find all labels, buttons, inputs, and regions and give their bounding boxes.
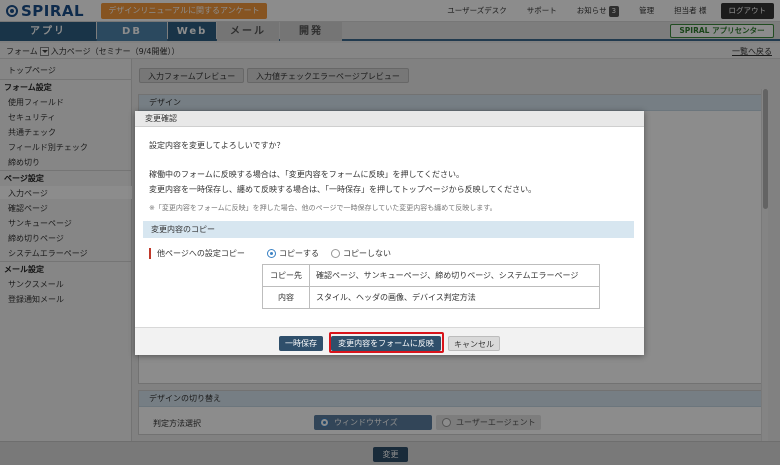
- table-value: スタイル、ヘッダの画像、デバイス判定方法: [309, 286, 600, 309]
- table-value: 確認ページ、サンキューページ、締め切りページ、システムエラーページ: [309, 264, 600, 287]
- radio-copy-yes[interactable]: コピーする: [267, 248, 319, 260]
- copy-section-header: 変更内容のコピー: [143, 221, 634, 238]
- radio-copy-yes-label: コピーする: [279, 249, 319, 258]
- table-key: コピー先: [262, 264, 310, 287]
- radio-copy-no[interactable]: コピーしない: [331, 248, 391, 260]
- cancel-button[interactable]: キャンセル: [448, 336, 500, 351]
- table-row: 内容 スタイル、ヘッダの画像、デバイス判定方法: [262, 286, 600, 309]
- radio-copy-no-label: コピーしない: [343, 249, 391, 258]
- radio-dot-icon: [267, 249, 276, 258]
- dialog-line-1: 稼働中のフォームに反映する場合は、「変更内容をフォームに反映」を押してください。: [149, 170, 465, 179]
- dialog-note: ※「変更内容をフォームに反映」を押した場合、他のページで一時保存していた変更内容…: [149, 204, 497, 212]
- copy-detail-table: コピー先 確認ページ、サンキューページ、締め切りページ、システムエラーページ 内…: [262, 264, 600, 309]
- temp-save-button[interactable]: 一時保存: [279, 336, 323, 351]
- table-row: コピー先 確認ページ、サンキューページ、締め切りページ、システムエラーページ: [262, 264, 600, 287]
- radio-dot-icon: [331, 249, 340, 258]
- apply-button-highlight: [329, 332, 444, 353]
- table-key: 内容: [262, 286, 310, 309]
- dialog-question: 設定内容を変更してよろしいですか？: [149, 141, 285, 150]
- dialog-line-2: 変更内容を一時保存し、纏めて反映する場合は、「一時保存」を押してトップページから…: [149, 185, 537, 194]
- dialog-title: 変更確認: [135, 111, 644, 127]
- confirm-dialog: 変更確認 設定内容を変更してよろしいですか？ 稼働中のフォームに反映する場合は、…: [135, 111, 644, 355]
- copy-setting-label: 他ページへの設定コピー: [149, 248, 245, 259]
